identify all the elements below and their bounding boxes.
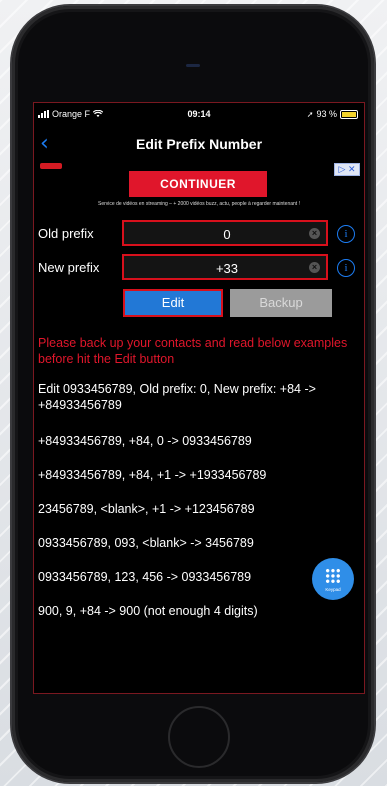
keypad-label: Keypad bbox=[325, 587, 341, 592]
example-1: Edit 0933456789, Old prefix: 0, New pref… bbox=[38, 382, 316, 412]
ad-continue-button[interactable]: CONTINUER bbox=[129, 171, 267, 197]
clear-new-prefix-icon[interactable]: × bbox=[309, 262, 320, 273]
battery-icon bbox=[340, 109, 358, 119]
old-prefix-row: Old prefix × i bbox=[34, 219, 364, 249]
navigation-bar: ‹ Edit Prefix Number bbox=[34, 133, 364, 155]
new-prefix-label: New prefix bbox=[38, 260, 100, 275]
edit-button[interactable]: Edit bbox=[123, 289, 223, 317]
new-prefix-info-icon[interactable]: i bbox=[337, 259, 355, 277]
new-prefix-field[interactable]: × bbox=[122, 254, 330, 280]
example-4: 23456789, <blank>, +1 -> +123456789 bbox=[38, 502, 255, 516]
keypad-icon bbox=[325, 568, 341, 584]
old-prefix-field[interactable]: × bbox=[122, 220, 330, 246]
old-prefix-input[interactable] bbox=[124, 222, 330, 246]
speaker-grille bbox=[186, 64, 200, 67]
example-3: +84933456789, +84, +1 -> +1933456789 bbox=[38, 468, 267, 482]
old-prefix-label: Old prefix bbox=[38, 226, 94, 241]
clear-old-prefix-icon[interactable]: × bbox=[309, 228, 320, 239]
old-prefix-info-icon[interactable]: i bbox=[337, 225, 355, 243]
example-7: 900, 9, +84 -> 900 (not enough 4 digits) bbox=[38, 604, 258, 618]
page-title: Edit Prefix Number bbox=[135, 136, 263, 152]
home-button[interactable] bbox=[168, 706, 230, 768]
ad-close-icon[interactable]: ▷ ✕ bbox=[334, 163, 360, 176]
example-5: 0933456789, 093, <blank> -> 3456789 bbox=[38, 536, 254, 550]
battery-percent: 93 % bbox=[316, 109, 337, 119]
ad-logo bbox=[40, 163, 62, 169]
status-bar: Orange F 09:14 ➚ 93 % bbox=[34, 109, 364, 123]
new-prefix-input[interactable] bbox=[124, 256, 330, 280]
example-6: 0933456789, 123, 456 -> 0933456789 bbox=[38, 570, 252, 584]
warning-message: Please back up your contacts and read be… bbox=[38, 336, 348, 366]
app-screen: Orange F 09:14 ➚ 93 % ‹ Edit Prefix Numb… bbox=[33, 102, 365, 694]
backup-button[interactable]: Backup bbox=[230, 289, 332, 317]
ad-banner[interactable]: ▷ ✕ CONTINUER Service de vidéos en strea… bbox=[34, 161, 364, 213]
ad-tagline: Service de vidéos en streaming – + 2000 … bbox=[98, 201, 300, 207]
keypad-fab-button[interactable]: Keypad bbox=[312, 558, 354, 600]
new-prefix-row: New prefix × i bbox=[34, 253, 364, 283]
example-2: +84933456789, +84, 0 -> 0933456789 bbox=[38, 434, 252, 448]
location-icon: ➚ bbox=[306, 109, 314, 119]
